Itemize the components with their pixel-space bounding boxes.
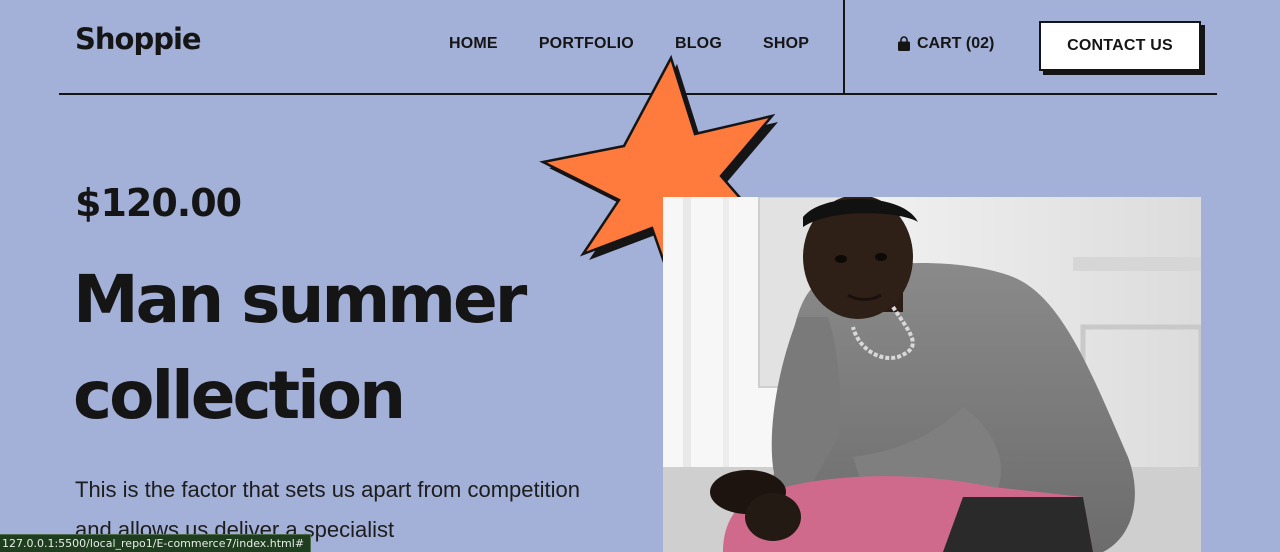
model-image [663,197,1201,552]
hero-title-line-1: Man summer [73,261,527,338]
contact-button-wrap: CONTACT US [1039,21,1205,75]
hero-model-photo [663,197,1201,552]
product-price: $120.00 [75,181,242,225]
cart-link[interactable]: CART (02) [897,35,994,53]
header-vertical-divider [843,0,845,94]
nav-home[interactable]: HOME [449,35,498,53]
cart-label: CART (02) [917,35,995,52]
browser-status-url: 127.0.0.1:5500/local_repo1/E-commerce7/i… [0,534,312,552]
site-logo[interactable]: Shoppie [75,22,202,56]
shopping-bag-icon [898,36,910,51]
hero-title-line-2: collection [73,357,406,434]
contact-us-button[interactable]: CONTACT US [1039,21,1201,71]
